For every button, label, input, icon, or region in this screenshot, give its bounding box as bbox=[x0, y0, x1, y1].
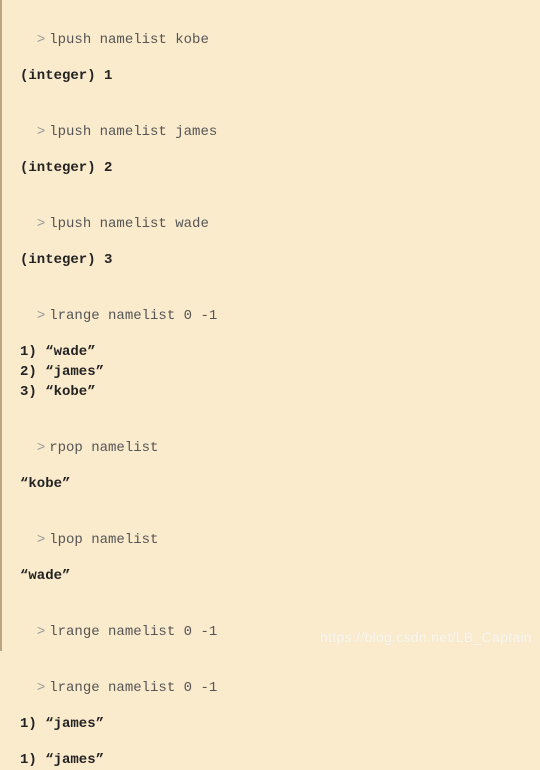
cmd-lpush-wade: lpush namelist wade bbox=[49, 216, 209, 232]
response-int-3: (integer) 3 bbox=[20, 250, 522, 270]
cmd-lpush-kobe: lpush namelist kobe bbox=[49, 32, 209, 48]
cli-line: >lrange namelist 0 -1 bbox=[20, 286, 522, 326]
cli-line: >lpush namelist wade bbox=[20, 194, 522, 234]
response-list-james: 2) “james” bbox=[20, 362, 522, 382]
cli-line: >rpop namelist bbox=[20, 418, 522, 458]
prompt-icon: > bbox=[37, 124, 45, 140]
prompt-icon: > bbox=[37, 624, 45, 640]
prompt-icon: > bbox=[37, 308, 45, 324]
cli-line: >lpop namelist bbox=[20, 510, 522, 550]
response-james-2: 1) “james” bbox=[20, 750, 522, 770]
cmd-rpop: rpop namelist bbox=[49, 440, 158, 456]
cli-line: >lrange namelist 0 -1 bbox=[20, 658, 522, 698]
response-kobe: “kobe” bbox=[20, 474, 522, 494]
prompt-icon: > bbox=[37, 216, 45, 232]
cli-line: >lpush namelist kobe bbox=[20, 10, 522, 50]
response-wade: “wade” bbox=[20, 566, 522, 586]
prompt-icon: > bbox=[37, 440, 45, 456]
watermark-text: https://blog.csdn.net/LB_Captain bbox=[320, 629, 532, 645]
response-list-wade: 1) “wade” bbox=[20, 342, 522, 362]
response-list-kobe: 3) “kobe” bbox=[20, 382, 522, 402]
response-james-1: 1) “james” bbox=[20, 714, 522, 734]
cmd-lrange-1: lrange namelist 0 -1 bbox=[49, 308, 217, 324]
prompt-icon: > bbox=[37, 532, 45, 548]
cmd-lrange-3: lrange namelist 0 -1 bbox=[49, 680, 217, 696]
cmd-lrange-2: lrange namelist 0 -1 bbox=[49, 624, 217, 640]
cli-line: >lpush namelist james bbox=[20, 102, 522, 142]
cmd-lpush-james: lpush namelist james bbox=[49, 124, 217, 140]
prompt-icon: > bbox=[37, 32, 45, 48]
cmd-lpop: lpop namelist bbox=[49, 532, 158, 548]
prompt-icon: > bbox=[37, 680, 45, 696]
response-int-1: (integer) 1 bbox=[20, 66, 522, 86]
response-int-2: (integer) 2 bbox=[20, 158, 522, 178]
